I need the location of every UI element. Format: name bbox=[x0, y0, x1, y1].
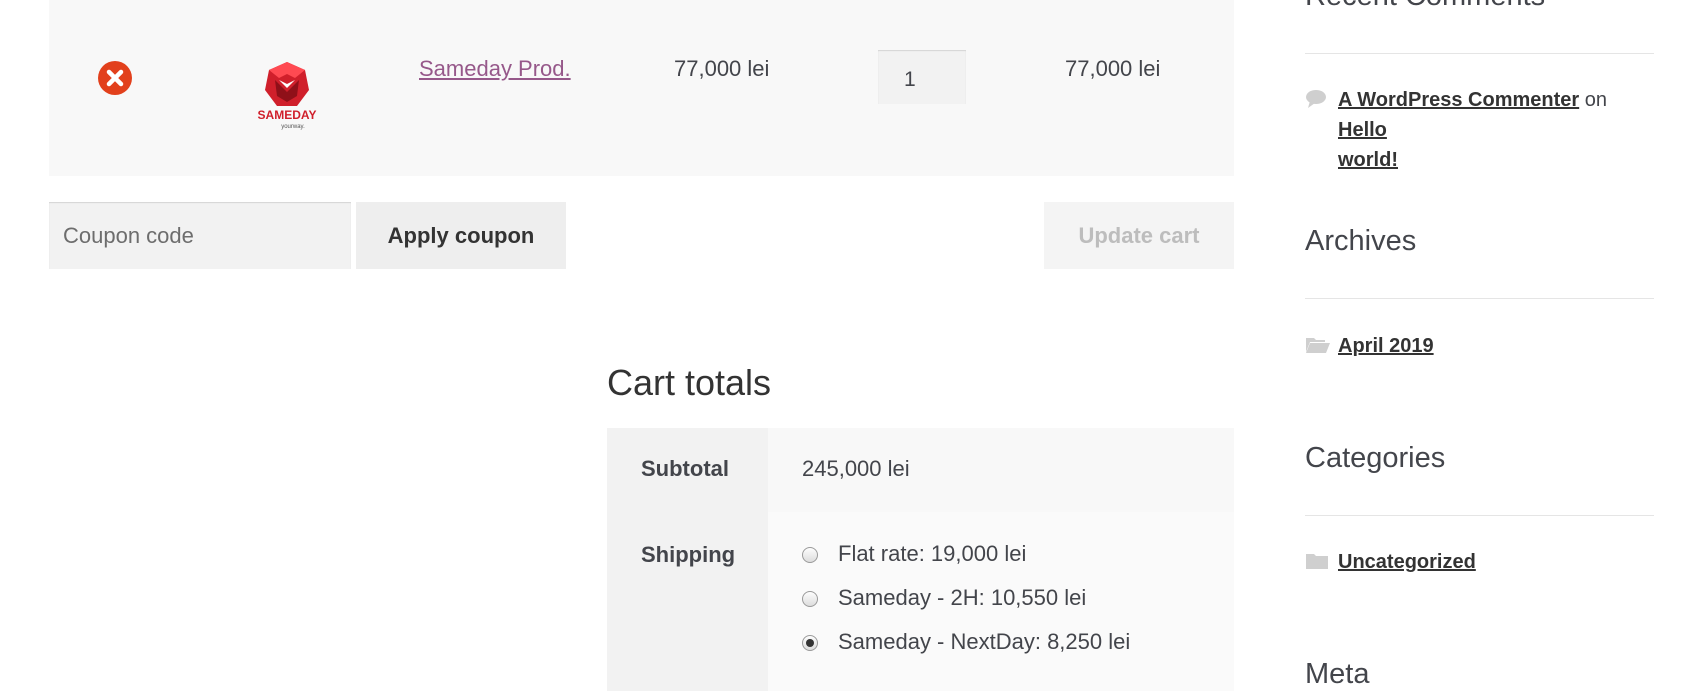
meta-title: Meta bbox=[1305, 658, 1370, 690]
folder-icon bbox=[1305, 552, 1329, 575]
shipping-option-label: Sameday - NextDay: 8,250 lei bbox=[838, 629, 1131, 654]
shipping-option-label: Sameday - 2H: 10,550 lei bbox=[838, 585, 1087, 610]
update-cart-button[interactable]: Update cart bbox=[1044, 202, 1234, 269]
category-link-uncategorized[interactable]: Uncategorized bbox=[1338, 551, 1476, 573]
divider bbox=[1305, 298, 1654, 299]
radio-sameday-2h[interactable] bbox=[802, 591, 818, 607]
product-price: 77,000 lei bbox=[674, 56, 770, 81]
sameday-logo: SAMEDAY yourway. bbox=[258, 62, 317, 130]
cart-item-row bbox=[49, 0, 1234, 176]
svg-text:yourway.: yourway. bbox=[281, 124, 305, 130]
archive-link-april-2019[interactable]: April 2019 bbox=[1338, 335, 1434, 357]
categories-title: Categories bbox=[1305, 442, 1446, 474]
recent-comments-title: Recent Comments bbox=[1305, 0, 1545, 13]
subtotal-value: 245,000 lei bbox=[802, 456, 910, 481]
recent-comment-entry: A WordPress Commenter on Hello world! bbox=[1338, 85, 1658, 175]
apply-coupon-button[interactable]: Apply coupon bbox=[356, 202, 566, 269]
archives-title: Archives bbox=[1305, 225, 1417, 257]
comment-on-text: on bbox=[1584, 89, 1607, 111]
comment-post-link-continued[interactable]: world! bbox=[1338, 149, 1398, 171]
product-thumbnail[interactable]: SAMEDAY yourway. bbox=[245, 56, 329, 132]
cart-totals-table: Subtotal 245,000 lei Shipping Flat rate:… bbox=[607, 428, 1234, 691]
coupon-code-input[interactable] bbox=[49, 202, 351, 269]
remove-item-button[interactable] bbox=[98, 61, 132, 95]
shipping-option-label: Flat rate: 19,000 lei bbox=[838, 541, 1027, 566]
quantity-input[interactable] bbox=[878, 50, 966, 104]
divider bbox=[1305, 515, 1654, 516]
comment-author-link[interactable]: A WordPress Commenter bbox=[1338, 89, 1579, 111]
comment-post-link[interactable]: Hello bbox=[1338, 119, 1387, 141]
subtotal-label: Subtotal bbox=[641, 456, 729, 481]
comment-bubble-icon bbox=[1305, 89, 1327, 114]
product-name-link[interactable]: Sameday Prod. bbox=[419, 56, 571, 82]
remove-icon bbox=[106, 69, 124, 87]
category-list-item: Uncategorized bbox=[1338, 547, 1476, 577]
cart-totals-heading: Cart totals bbox=[607, 362, 772, 403]
folder-open-icon bbox=[1305, 336, 1331, 359]
radio-sameday-nextday[interactable] bbox=[802, 635, 818, 651]
divider bbox=[1305, 53, 1654, 54]
shipping-label: Shipping bbox=[641, 542, 736, 567]
radio-flat-rate[interactable] bbox=[802, 547, 818, 563]
archive-list-item: April 2019 bbox=[1338, 331, 1434, 361]
line-subtotal: 77,000 lei bbox=[1065, 56, 1161, 81]
svg-text:SAMEDAY: SAMEDAY bbox=[258, 108, 317, 122]
